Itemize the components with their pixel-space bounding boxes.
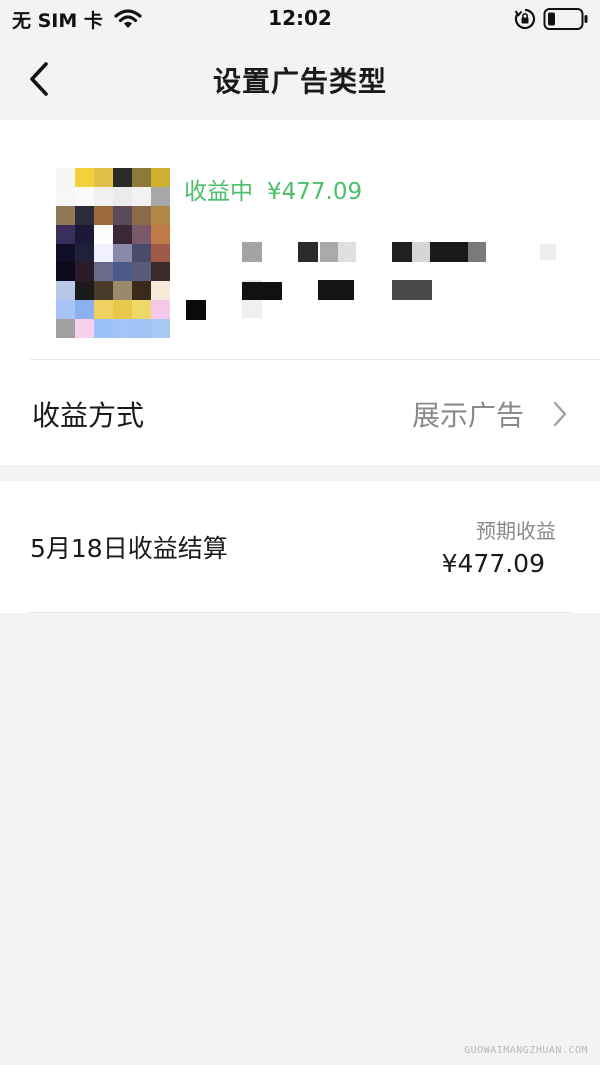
revenue-method-label: 收益方式 (32, 399, 145, 432)
settlement-card: 5月18日收益结算 预期收益 ¥477.09 (0, 481, 600, 613)
expected-revenue-value: ¥477.09 (441, 549, 545, 578)
ad-status-label: 收益中 (184, 179, 253, 205)
ad-status-amount: ¥477.09 (267, 179, 363, 205)
ad-status: 收益中 ¥477.09 (184, 172, 362, 206)
status-bar: 无 SIM 卡 12:02 (0, 0, 600, 40)
ad-title-redacted (186, 240, 566, 320)
battery-icon (543, 7, 589, 35)
expected-revenue-label: 预期收益 (476, 519, 556, 543)
page-title: 设置广告类型 (212, 65, 387, 98)
status-time: 12:02 (268, 6, 332, 30)
revenue-method-row[interactable]: 收益方式 展示广告 (0, 360, 600, 465)
watermark: GUOWAIMANGZHUAN.COM (464, 1045, 588, 1056)
ad-card: 收益中 ¥477.09 收益方式 展示广告 (0, 120, 600, 465)
divider (30, 612, 570, 613)
settlement-label: 5月18日收益结算 (30, 534, 228, 563)
lock-rotation-icon (514, 8, 536, 34)
nav-bar: 设置广告类型 (0, 40, 600, 120)
ad-thumbnail[interactable] (56, 168, 170, 338)
chevron-right-icon (551, 400, 569, 432)
revenue-method-value: 展示广告 (411, 399, 524, 432)
